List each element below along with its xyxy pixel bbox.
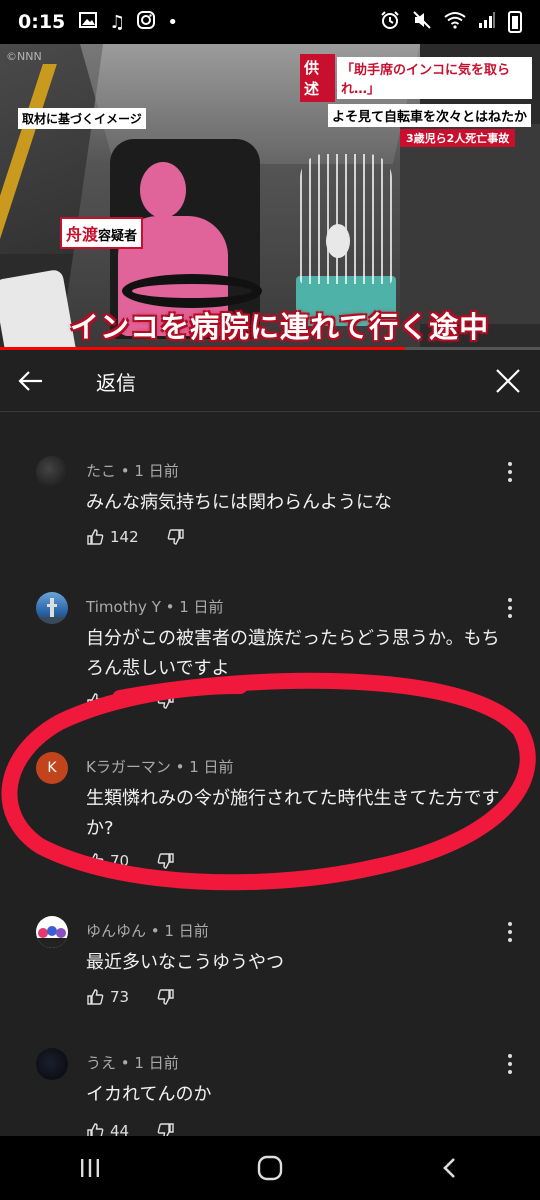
headline-line-2: よそ見て自転車を次々とはねたか <box>328 104 532 127</box>
comment-text: イカれてんのか <box>86 1084 212 1105</box>
system-nav-bar <box>0 1136 540 1200</box>
steering-wheel <box>122 274 262 308</box>
comment-time: 1 日前 <box>179 598 224 616</box>
avatar-letter: K <box>47 760 57 776</box>
image-note: 取材に基づくイメージ <box>18 108 146 129</box>
parakeet <box>326 224 350 258</box>
suspect-name-tag: 舟渡 容疑者 <box>60 217 144 249</box>
comment-author: Kラガーマン <box>86 758 171 776</box>
gallery-icon <box>79 11 98 33</box>
comment-item: たこ • 1 日前 みんな病気持ちには関わらんようにな 142 <box>0 456 540 566</box>
thumbs-up-icon[interactable] <box>86 988 104 1006</box>
status-time: 0:15 <box>18 11 66 33</box>
thumbs-down-icon[interactable] <box>157 692 175 710</box>
thumbs-up-icon[interactable] <box>86 692 104 710</box>
thumbs-up-icon[interactable] <box>86 1122 104 1136</box>
battery-icon <box>508 11 522 33</box>
recent-apps-icon[interactable] <box>65 1148 115 1188</box>
like-count: 44 <box>110 1122 130 1136</box>
comment-author: うえ <box>86 1054 117 1072</box>
like-count: 142 <box>110 528 139 546</box>
car-window <box>400 124 540 324</box>
channel-watermark: ©NNN <box>6 50 42 63</box>
comment-time: 1 日前 <box>134 462 179 480</box>
mute-icon <box>412 10 432 35</box>
instagram-icon <box>137 10 156 34</box>
panel-title: 返信 <box>96 371 136 395</box>
bird-cage <box>300 154 392 284</box>
thumbs-down-icon[interactable] <box>167 528 185 546</box>
comment-time: 1 日前 <box>164 922 209 940</box>
comment-author: たこ <box>86 462 117 480</box>
comment-meta: うえ • 1 日前 <box>86 1054 179 1072</box>
comment-meta: Timothy Y • 1 日前 <box>86 598 224 616</box>
headline-line-1: 「助手席のインコに気を取られ…」 <box>336 57 532 99</box>
video-player[interactable]: ©NNN 取材に基づくイメージ 舟渡 容疑者 供述 「助手席のインコに気を取られ… <box>0 44 540 347</box>
comment-meta: Kラガーマン • 1 日前 <box>86 758 234 776</box>
status-bar: 0:15 ♫ • <box>0 0 540 44</box>
avatar[interactable] <box>36 456 68 488</box>
comment-actions: 73 <box>86 988 175 1006</box>
comment-time: 1 日前 <box>189 758 234 776</box>
comment-actions: 38 <box>86 692 175 710</box>
thumbs-down-icon[interactable] <box>157 852 175 870</box>
more-options-icon[interactable] <box>502 596 518 620</box>
comment-item: ゆんゆん • 1 日前 最近多いなこうゆうやつ 73 <box>0 916 540 1026</box>
comment-text: みんな病気持ちには関わらんようにな <box>86 492 392 513</box>
music-icon: ♫ <box>109 11 126 33</box>
avatar[interactable] <box>36 1048 68 1080</box>
thumbs-up-icon[interactable] <box>86 852 104 870</box>
comment-item: K Kラガーマン • 1 日前 生類憐れみの令が施行されてた時代生きてた方ですか… <box>0 752 540 882</box>
thumbs-down-icon[interactable] <box>157 1122 175 1136</box>
comment-actions: 70 <box>86 852 175 870</box>
back-icon[interactable] <box>425 1148 475 1188</box>
comment-author: Timothy Y <box>86 598 161 616</box>
wifi-icon <box>444 11 466 34</box>
replies-panel: 返信 たこ • 1 日前 みんな病気持ちには関わらんようにな 142 Timot… <box>0 350 540 1136</box>
avatar[interactable] <box>36 592 68 624</box>
dot-icon: • <box>167 11 179 33</box>
comment-text: 最近多いなこうゆうやつ <box>86 952 284 973</box>
panel-header: 返信 <box>0 350 540 412</box>
comment-time: 1 日前 <box>134 1054 179 1072</box>
suspect-role: 容疑者 <box>98 229 138 244</box>
avatar[interactable] <box>36 916 68 948</box>
comment-text: 自分がこの被害者の遺族だったらどう思うか。もちろん悲しいですよ <box>86 628 500 679</box>
close-icon[interactable] <box>494 367 522 395</box>
news-headline: 供述 「助手席のインコに気を取られ…」 よそ見て自転車を次々とはねたか 3歳児ら… <box>300 54 532 149</box>
driver-head <box>140 162 186 218</box>
alarm-icon <box>380 10 400 35</box>
back-arrow-icon[interactable] <box>16 366 46 396</box>
thumbs-down-icon[interactable] <box>157 988 175 1006</box>
comment-item: うえ • 1 日前 イカれてんのか 44 <box>0 1048 540 1136</box>
signal-icon <box>478 11 496 34</box>
thumbs-up-icon[interactable] <box>86 528 104 546</box>
comment-item: Timothy Y • 1 日前 自分がこの被害者の遺族だったらどう思うか。もち… <box>0 592 540 712</box>
comment-meta: ゆんゆん • 1 日前 <box>86 922 209 940</box>
headline-tag: 供述 <box>300 54 335 102</box>
car-exterior <box>0 268 78 347</box>
comment-actions: 44 <box>86 1122 175 1136</box>
more-options-icon[interactable] <box>502 920 518 944</box>
like-count: 70 <box>110 852 130 870</box>
comment-text: 生類憐れみの令が施行されてた時代生きてた方ですか? <box>86 788 500 839</box>
headline-line-3: 3歳児ら2人死亡事故 <box>400 129 516 147</box>
comment-author: ゆんゆん <box>86 922 147 940</box>
home-icon[interactable] <box>245 1148 295 1188</box>
more-options-icon[interactable] <box>502 1052 518 1076</box>
like-count: 38 <box>110 692 130 710</box>
avatar[interactable]: K <box>36 752 68 784</box>
comment-actions: 142 <box>86 528 185 546</box>
like-count: 73 <box>110 988 130 1006</box>
comment-meta: たこ • 1 日前 <box>86 462 179 480</box>
more-options-icon[interactable] <box>502 460 518 484</box>
video-caption: インコを病院に連れて行く途中 <box>70 310 490 344</box>
suspect-name: 舟渡 <box>66 225 99 244</box>
